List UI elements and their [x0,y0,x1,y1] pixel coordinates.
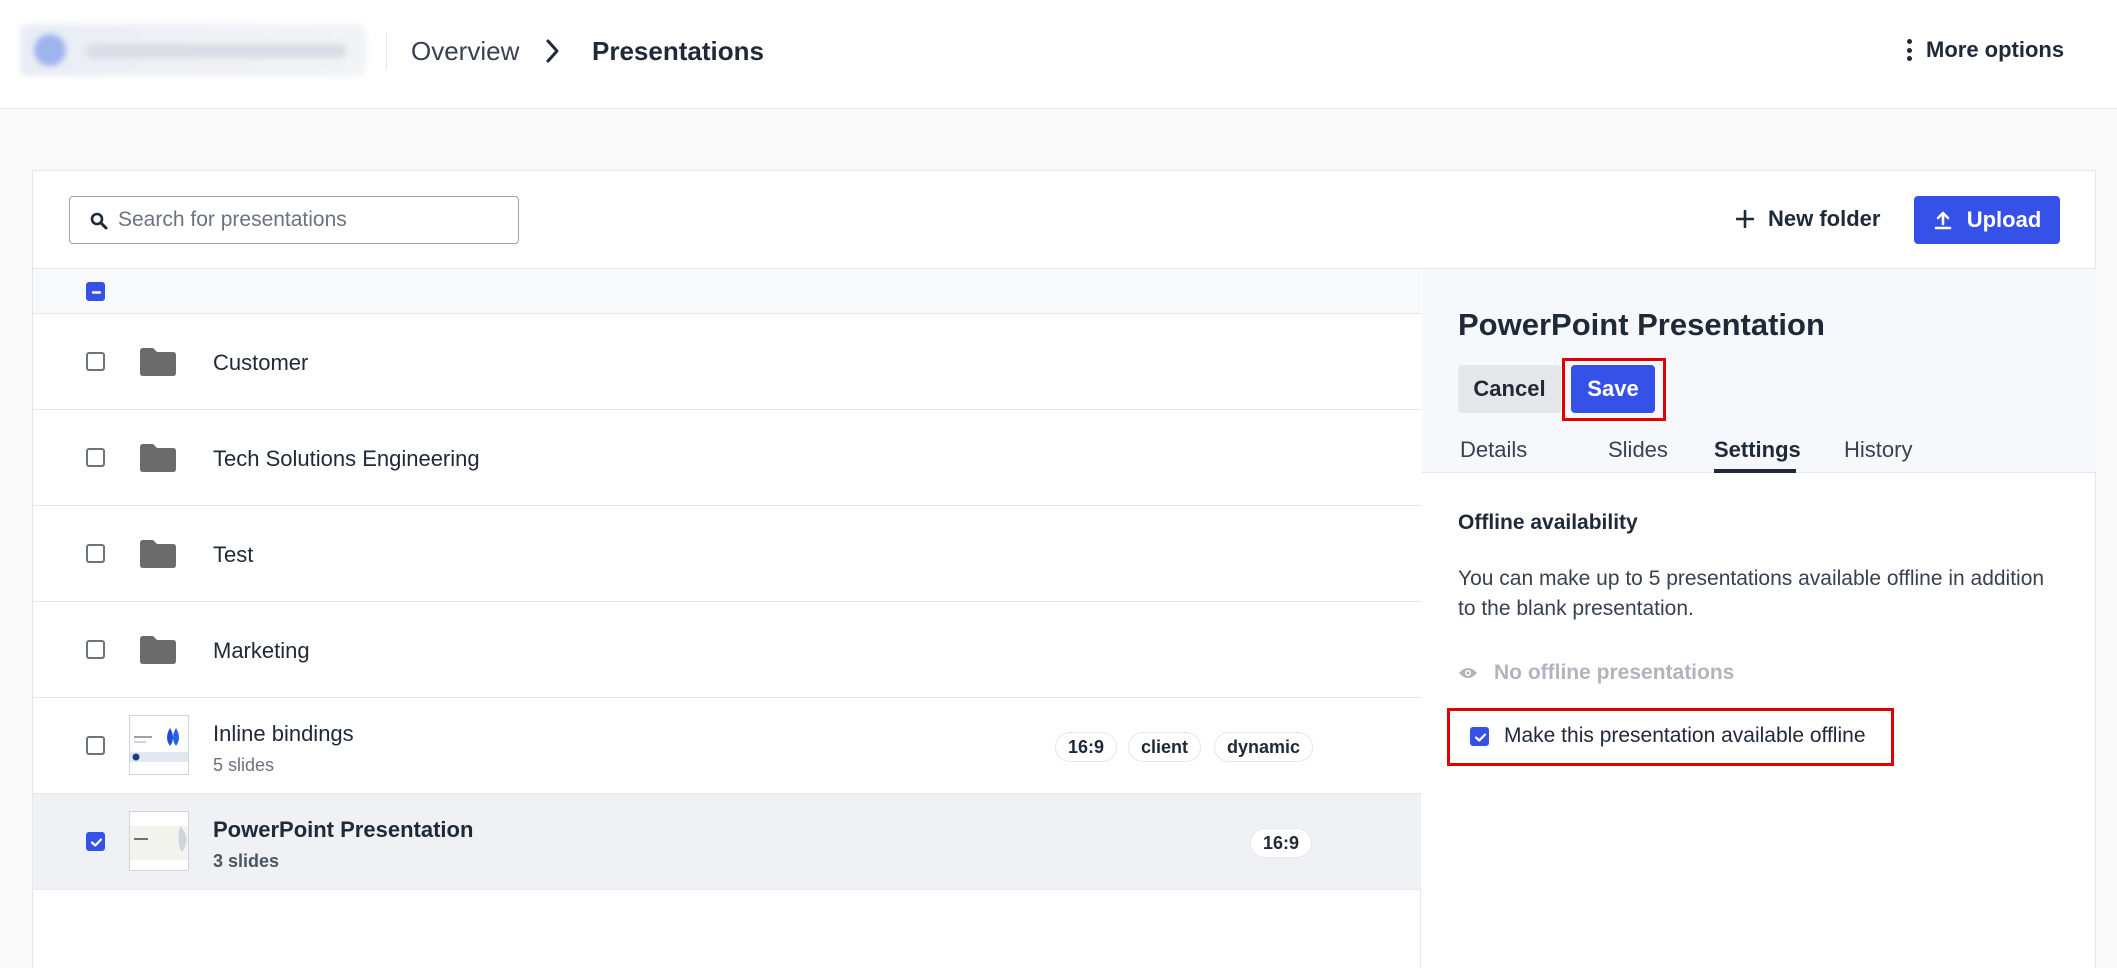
active-tab-indicator [1714,469,1796,473]
more-options-button[interactable]: More options [1906,34,2064,66]
check-icon [1474,733,1487,742]
workspace-avatar [34,34,66,66]
item-name: Marketing [213,638,310,663]
item-name: Test [213,542,254,567]
item-name: PowerPoint Presentation [213,817,474,842]
row-checkbox[interactable] [86,736,105,755]
tag-badge: dynamic [1214,732,1314,762]
row-checkbox[interactable] [86,640,105,659]
workspace-logo[interactable] [20,24,366,76]
workspace-name-blurred [86,44,346,58]
item-name: Tech Solutions Engineering [213,446,480,471]
panel-header: PowerPoint Presentation Cancel Save Deta… [1422,268,2096,473]
tab-slides[interactable]: Slides [1608,437,1668,463]
breadcrumb-current: Presentations [592,36,764,66]
offline-checkbox[interactable] [1470,727,1489,746]
more-options-label: More options [1926,37,2065,62]
row-checkbox[interactable] [86,448,105,467]
no-offline-label: No offline presentations [1494,661,1735,684]
row-checkbox[interactable] [86,352,105,371]
breadcrumb-overview[interactable]: Overview [411,36,519,66]
list-header [33,268,1421,314]
tag-badge: client [1128,732,1202,762]
search-icon [90,212,108,230]
folder-icon [140,540,176,568]
minus-icon [91,291,102,294]
item-slide-count: 5 slides [213,755,275,775]
item-slide-count: 3 slides [213,851,280,871]
upload-label: Upload [1966,207,2042,232]
search-input[interactable] [118,205,508,235]
details-panel: PowerPoint Presentation Cancel Save Deta… [1422,268,2096,968]
list-item[interactable]: Test [33,506,1421,602]
eye-icon [1459,668,1477,678]
tab-history[interactable]: History [1844,437,1912,463]
header-divider [386,32,387,70]
chevron-right-icon [546,39,559,63]
tag-badge: 16:9 [1055,732,1118,762]
top-header: Overview Presentations More options [0,0,2117,109]
tag-badge: 16:9 [1250,828,1313,858]
item-name: Customer [213,350,309,375]
plus-icon [1736,210,1754,228]
new-folder-button[interactable]: New folder [1736,199,1880,239]
row-checkbox[interactable] [86,832,105,851]
tab-settings[interactable]: Settings [1714,437,1801,463]
offline-description: You can make up to 5 presentations avail… [1458,567,2045,620]
list-item-selected[interactable]: PowerPoint Presentation 3 slides 16:9 [33,794,1421,890]
check-icon [90,838,103,847]
cancel-button[interactable]: Cancel [1458,365,1561,413]
presentations-card: New folder Upload Customer [32,170,2096,968]
offline-section-title: Offline availability [1458,511,1638,534]
no-offline-status: No offline presentations [1458,658,1734,688]
presentation-thumbnail [129,715,189,775]
search-box[interactable] [69,196,519,244]
upload-button[interactable]: Upload [1914,196,2060,244]
row-checkbox[interactable] [86,544,105,563]
panel-title: PowerPoint Presentation [1458,307,1825,342]
presentation-thumbnail [129,811,189,871]
list-item[interactable]: Marketing [33,602,1421,698]
list-item[interactable]: Tech Solutions Engineering [33,410,1421,506]
folder-icon [140,348,176,376]
select-all-checkbox[interactable] [86,282,105,301]
offline-checkbox-label[interactable]: Make this presentation available offline [1504,724,1866,748]
list-item[interactable]: Customer [33,314,1421,410]
item-name: Inline bindings [213,721,354,746]
save-button[interactable]: Save [1571,365,1655,413]
presentation-list: Customer Tech Solutions Engineering Test… [33,268,1421,968]
kebab-icon [1906,39,1912,61]
tab-details[interactable]: Details [1460,437,1527,463]
new-folder-label: New folder [1768,206,1881,231]
folder-icon [140,444,176,472]
folder-icon [140,636,176,664]
list-item[interactable]: Inline bindings 5 slides 16:9 client dyn… [33,698,1421,794]
upload-icon [1934,211,1952,230]
